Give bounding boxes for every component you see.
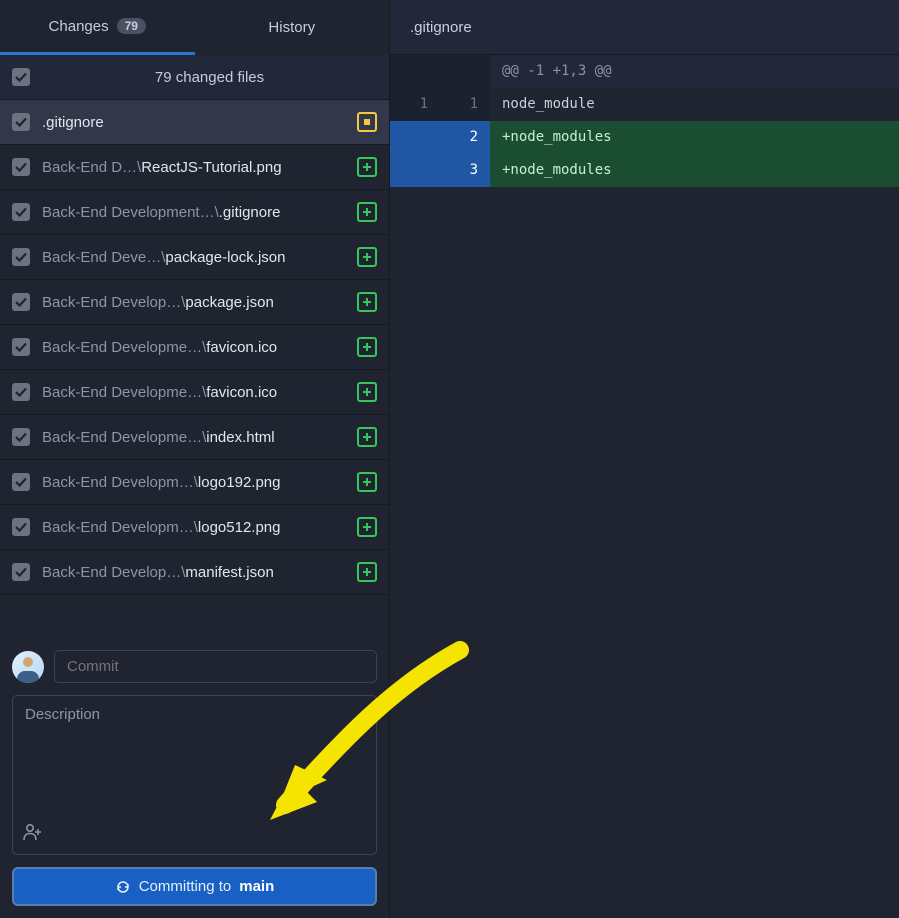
file-row[interactable]: Back-End Developme…\favicon.ico xyxy=(0,370,389,415)
file-path: Back-End Develop…\manifest.json xyxy=(42,564,345,581)
tab-changes-badge: 79 xyxy=(117,18,146,34)
gutter-old xyxy=(390,121,440,154)
file-path: Back-End Developme…\index.html xyxy=(42,429,345,446)
gutter-new: 1 xyxy=(440,88,490,121)
file-checkbox[interactable] xyxy=(12,338,30,356)
file-path: Back-End Developm…\logo192.png xyxy=(42,474,345,491)
added-status-icon xyxy=(357,517,377,537)
avatar xyxy=(12,651,44,683)
added-status-icon xyxy=(357,382,377,402)
file-checkbox[interactable] xyxy=(12,203,30,221)
added-status-icon xyxy=(357,337,377,357)
file-checkbox[interactable] xyxy=(12,248,30,266)
sync-icon xyxy=(115,879,131,895)
commit-button-branch: main xyxy=(239,878,274,895)
gutter-old xyxy=(390,154,440,187)
diff-hunk-header: @@ -1 +1,3 @@ xyxy=(390,55,899,88)
diff-line: 11 node_module xyxy=(390,88,899,121)
file-checkbox[interactable] xyxy=(12,428,30,446)
select-all-checkbox[interactable] xyxy=(12,68,30,86)
diff-line: 3+node_modules xyxy=(390,154,899,187)
gutter-new: 2 xyxy=(440,121,490,154)
commit-form: Description Committing to main xyxy=(0,638,389,918)
added-status-icon xyxy=(357,202,377,222)
file-path: Back-End Developme…\favicon.ico xyxy=(42,384,345,401)
changes-sidebar: Changes 79 History 79 changed files .git… xyxy=(0,0,390,918)
file-path: Back-End Deve…\package-lock.json xyxy=(42,249,345,266)
commit-button-prefix: Committing to xyxy=(139,878,232,895)
file-checkbox[interactable] xyxy=(12,473,30,491)
gutter-new xyxy=(440,55,490,88)
commit-description-input[interactable]: Description xyxy=(12,695,377,855)
file-row[interactable]: Back-End Developm…\logo512.png xyxy=(0,505,389,550)
file-row[interactable]: .gitignore xyxy=(0,100,389,145)
file-list[interactable]: .gitignore Back-End D…\ReactJS-Tutorial.p… xyxy=(0,100,389,638)
added-status-icon xyxy=(357,427,377,447)
hunk-text: @@ -1 +1,3 @@ xyxy=(490,55,899,88)
diff-line-text: node_module xyxy=(490,88,899,121)
file-row[interactable]: Back-End Develop…\package.json xyxy=(0,280,389,325)
added-status-icon xyxy=(357,292,377,312)
file-path: Back-End Developm…\logo512.png xyxy=(42,519,345,536)
added-status-icon xyxy=(357,562,377,582)
diff-line: 2+node_modules xyxy=(390,121,899,154)
file-checkbox[interactable] xyxy=(12,158,30,176)
add-coauthor-icon[interactable] xyxy=(23,823,43,846)
files-header-label: 79 changed files xyxy=(42,69,377,86)
file-path: Back-End Developme…\favicon.ico xyxy=(42,339,345,356)
description-placeholder: Description xyxy=(25,706,100,723)
file-row[interactable]: Back-End D…\ReactJS-Tutorial.png xyxy=(0,145,389,190)
file-checkbox[interactable] xyxy=(12,563,30,581)
file-checkbox[interactable] xyxy=(12,518,30,536)
diff-panel: .gitignore @@ -1 +1,3 @@ 11 node_module2… xyxy=(390,0,899,918)
gutter-old: 1 xyxy=(390,88,440,121)
tab-changes-label: Changes xyxy=(49,18,109,35)
check-icon xyxy=(15,71,27,83)
file-path: Back-End D…\ReactJS-Tutorial.png xyxy=(42,159,345,176)
gutter-old xyxy=(390,55,440,88)
modified-status-icon xyxy=(357,112,377,132)
added-status-icon xyxy=(357,157,377,177)
diff-line-text: +node_modules xyxy=(490,121,899,154)
sidebar-tabs: Changes 79 History xyxy=(0,0,389,55)
file-checkbox[interactable] xyxy=(12,293,30,311)
gutter-new: 3 xyxy=(440,154,490,187)
tab-history-label: History xyxy=(268,19,315,36)
file-checkbox[interactable] xyxy=(12,113,30,131)
diff-view: @@ -1 +1,3 @@ 11 node_module2+node_modul… xyxy=(390,55,899,187)
file-checkbox[interactable] xyxy=(12,383,30,401)
tab-history[interactable]: History xyxy=(195,0,390,55)
commit-button[interactable]: Committing to main xyxy=(12,867,377,906)
file-row[interactable]: Back-End Developm…\logo192.png xyxy=(0,460,389,505)
tab-changes[interactable]: Changes 79 xyxy=(0,0,195,55)
file-row[interactable]: Back-End Developme…\favicon.ico xyxy=(0,325,389,370)
file-row[interactable]: Back-End Develop…\manifest.json xyxy=(0,550,389,595)
editor-tab[interactable]: .gitignore xyxy=(390,0,899,55)
editor-filename: .gitignore xyxy=(410,19,472,36)
file-row[interactable]: Back-End Deve…\package-lock.json xyxy=(0,235,389,280)
file-path: .gitignore xyxy=(42,114,345,131)
diff-line-text: +node_modules xyxy=(490,154,899,187)
file-row[interactable]: Back-End Developme…\index.html xyxy=(0,415,389,460)
file-path: Back-End Development…\.gitignore xyxy=(42,204,345,221)
commit-summary-input[interactable] xyxy=(54,650,377,683)
files-header: 79 changed files xyxy=(0,55,389,100)
file-row[interactable]: Back-End Development…\.gitignore xyxy=(0,190,389,235)
added-status-icon xyxy=(357,247,377,267)
file-path: Back-End Develop…\package.json xyxy=(42,294,345,311)
added-status-icon xyxy=(357,472,377,492)
